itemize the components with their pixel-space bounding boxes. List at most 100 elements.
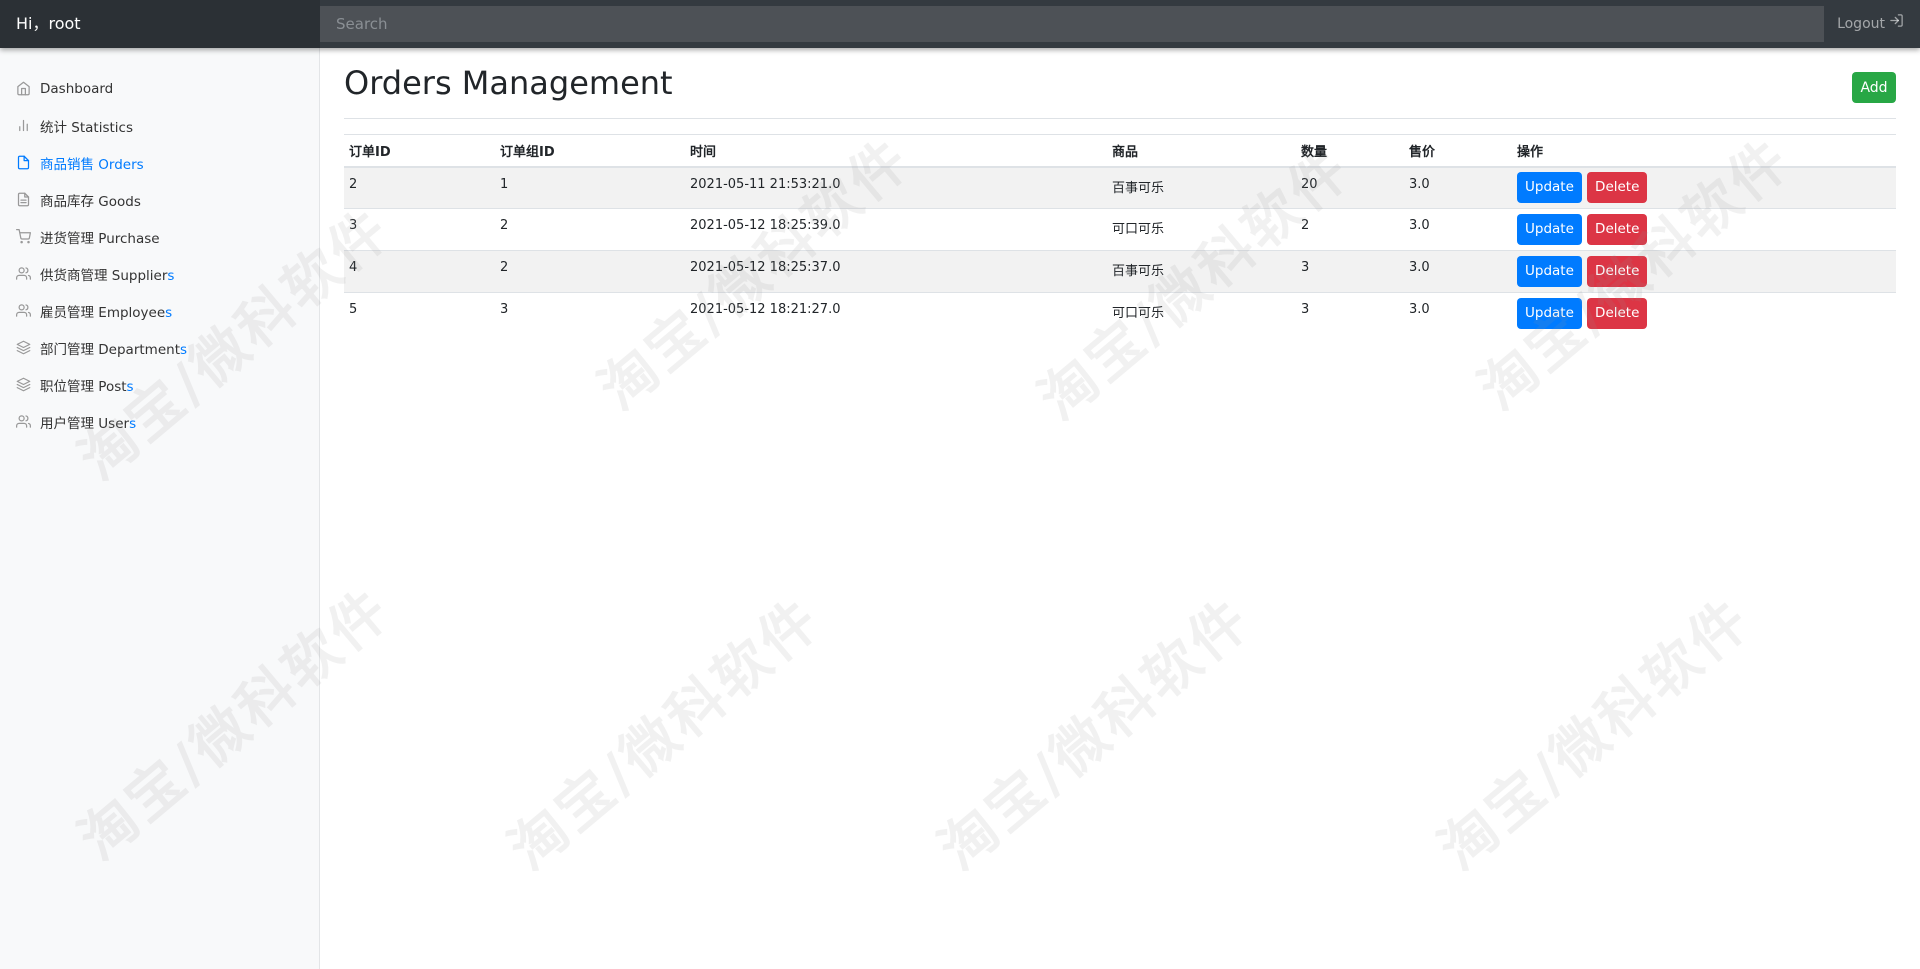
- column-header: 商品: [1107, 134, 1296, 168]
- sidebar-item-label: 用户管理 Users: [40, 412, 136, 432]
- sidebar-item-suffix: s: [129, 415, 137, 432]
- sidebar-item-suffix: s: [126, 378, 134, 395]
- sidebar-item-suffix: s: [167, 267, 175, 284]
- product-cell: 可口可乐: [1107, 208, 1296, 251]
- users-icon: [16, 303, 31, 318]
- delete-button[interactable]: Delete: [1587, 172, 1648, 204]
- sidebar-item-users[interactable]: 用户管理 Users: [0, 403, 319, 440]
- delete-button[interactable]: Delete: [1587, 214, 1648, 245]
- sidebar-item-suppliers[interactable]: 供货商管理 Suppliers: [0, 255, 319, 292]
- time-cell: 2021-05-12 18:25:39.0: [685, 208, 1107, 251]
- sidebar-item-text: 职位管理 Post: [40, 378, 127, 395]
- update-button[interactable]: Update: [1517, 214, 1582, 245]
- sidebar-item-departments[interactable]: 部门管理 Departments: [0, 329, 319, 366]
- sidebar-item-statistics[interactable]: 统计 Statistics: [0, 107, 319, 144]
- order-id-cell: 2: [344, 166, 495, 209]
- table-row: 2 1 2021-05-11 21:53:21.0 百事可乐 20 3.0 Up…: [344, 166, 1896, 209]
- logout-link[interactable]: Logout: [1837, 0, 1904, 48]
- main-content: Orders Management Add 订单ID 订单组ID 时间 商品 数…: [344, 48, 1896, 969]
- bar-chart-icon: [16, 118, 31, 133]
- sidebar-item-label: 部门管理 Departments: [40, 338, 187, 358]
- sidebar-item-label: 供货商管理 Suppliers: [40, 264, 174, 284]
- shopping-cart-icon: [16, 229, 31, 244]
- update-button[interactable]: Update: [1517, 256, 1582, 287]
- sidebar-item-orders[interactable]: 商品销售 Orders: [0, 144, 319, 181]
- users-icon: [16, 414, 31, 429]
- logout-label: Logout: [1837, 16, 1885, 32]
- sidebar-item-suffix: s: [179, 341, 188, 358]
- sidebar-item-goods[interactable]: 商品库存 Goods: [0, 181, 319, 218]
- column-header: 订单ID: [344, 134, 495, 168]
- orders-table: 订单ID 订单组ID 时间 商品 数量 售价 操作 2 1 2021-05-11…: [344, 134, 1896, 335]
- product-cell: 百事可乐: [1107, 250, 1296, 293]
- product-cell: 可口可乐: [1107, 292, 1296, 335]
- add-button[interactable]: Add: [1852, 72, 1896, 103]
- sidebar: Dashboard 统计 Statistics 商品销售 Orders 商品库存…: [0, 48, 320, 969]
- layers-icon: [16, 340, 31, 355]
- group-id-cell: 2: [495, 208, 685, 251]
- file-icon: [16, 155, 31, 170]
- column-header: 售价: [1404, 134, 1512, 168]
- actions-cell: Update Delete: [1512, 208, 1896, 251]
- sidebar-item-text: 用户管理 User: [40, 415, 130, 432]
- sidebar-item-posts[interactable]: 职位管理 Posts: [0, 366, 319, 403]
- log-in-icon: [1889, 0, 1904, 48]
- price-cell: 3.0: [1404, 250, 1512, 293]
- quantity-cell: 3: [1296, 292, 1404, 335]
- time-cell: 2021-05-11 21:53:21.0: [685, 166, 1107, 209]
- time-cell: 2021-05-12 18:21:27.0: [685, 292, 1107, 335]
- product-cell: 百事可乐: [1107, 166, 1296, 209]
- user-greeting: Hi，root: [0, 0, 320, 48]
- quantity-cell: 3: [1296, 250, 1404, 293]
- group-id-cell: 1: [495, 166, 685, 209]
- group-id-cell: 2: [495, 250, 685, 293]
- table-row: 5 3 2021-05-12 18:21:27.0 可口可乐 3 3.0 Upd…: [344, 292, 1896, 335]
- sidebar-item-text: 雇员管理 Employee: [40, 304, 166, 321]
- time-cell: 2021-05-12 18:25:37.0: [685, 250, 1107, 293]
- update-button[interactable]: Update: [1517, 172, 1582, 204]
- sidebar-item-label: 商品销售 Orders: [40, 156, 144, 173]
- sidebar-item-label: 商品库存 Goods: [40, 193, 141, 210]
- sidebar-item-text: 部门管理 Department: [40, 341, 180, 358]
- sidebar-item-text: 供货商管理 Supplier: [40, 267, 168, 284]
- home-icon: [16, 81, 31, 96]
- delete-button[interactable]: Delete: [1587, 256, 1648, 287]
- search-input[interactable]: [320, 6, 1824, 42]
- price-cell: 3.0: [1404, 166, 1512, 209]
- update-button[interactable]: Update: [1517, 298, 1582, 330]
- sidebar-item-dashboard[interactable]: Dashboard: [0, 70, 319, 107]
- column-header: 时间: [685, 134, 1107, 168]
- table-row: 4 2 2021-05-12 18:25:37.0 百事可乐 3 3.0 Upd…: [344, 250, 1896, 293]
- file-text-icon: [16, 192, 31, 207]
- sidebar-item-purchase[interactable]: 进货管理 Purchase: [0, 218, 319, 255]
- layers-icon: [16, 377, 31, 392]
- actions-cell: Update Delete: [1512, 292, 1896, 335]
- title-divider: [344, 118, 1896, 119]
- table-header-row: 订单ID 订单组ID 时间 商品 数量 售价 操作: [344, 134, 1896, 168]
- sidebar-item-label: 职位管理 Posts: [40, 375, 134, 395]
- group-id-cell: 3: [495, 292, 685, 335]
- sidebar-item-label: 进货管理 Purchase: [40, 230, 160, 247]
- sidebar-item-label: 雇员管理 Employees: [40, 301, 172, 321]
- actions-cell: Update Delete: [1512, 166, 1896, 209]
- order-id-cell: 3: [344, 208, 495, 251]
- sidebar-item-employees[interactable]: 雇员管理 Employees: [0, 292, 319, 329]
- table-row: 3 2 2021-05-12 18:25:39.0 可口可乐 2 3.0 Upd…: [344, 208, 1896, 251]
- top-navbar: Hi，root Logout: [0, 0, 1920, 48]
- column-header: 数量: [1296, 134, 1404, 168]
- users-icon: [16, 266, 31, 281]
- quantity-cell: 2: [1296, 208, 1404, 251]
- sidebar-item-label: Dashboard: [40, 80, 114, 97]
- column-header: 操作: [1512, 134, 1896, 168]
- order-id-cell: 5: [344, 292, 495, 335]
- price-cell: 3.0: [1404, 292, 1512, 335]
- sidebar-item-suffix: s: [165, 304, 173, 321]
- order-id-cell: 4: [344, 250, 495, 293]
- sidebar-item-label: 统计 Statistics: [40, 119, 134, 136]
- actions-cell: Update Delete: [1512, 250, 1896, 293]
- quantity-cell: 20: [1296, 166, 1404, 209]
- column-header: 订单组ID: [495, 134, 685, 168]
- delete-button[interactable]: Delete: [1587, 298, 1648, 330]
- page-title: Orders Management: [344, 64, 673, 102]
- price-cell: 3.0: [1404, 208, 1512, 251]
